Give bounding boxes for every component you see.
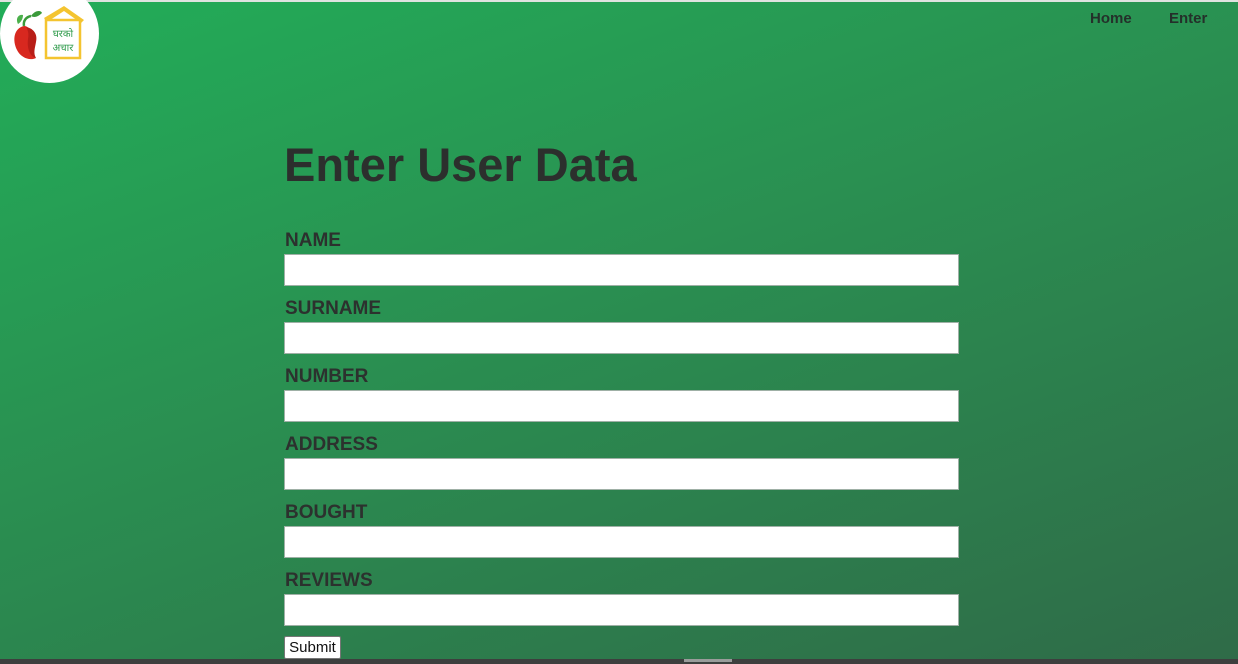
name-input[interactable]	[284, 254, 959, 286]
bought-label: BOUGHT	[285, 502, 368, 523]
address-input[interactable]	[284, 458, 959, 490]
reviews-label: REVIEWS	[285, 570, 373, 591]
bought-input[interactable]	[284, 526, 959, 558]
svg-text:अचार: अचार	[53, 43, 75, 54]
top-nav: Home Enter	[0, 10, 1238, 30]
submit-button[interactable]: Submit	[284, 636, 341, 659]
surname-label: SURNAME	[285, 298, 382, 319]
reviews-input[interactable]	[284, 594, 959, 626]
number-label: NUMBER	[285, 366, 369, 387]
bottom-scrollbar[interactable]	[0, 659, 1238, 664]
name-label: NAME	[285, 230, 341, 251]
address-label: ADDRESS	[285, 434, 378, 455]
number-input[interactable]	[284, 390, 959, 422]
scrollbar-thumb[interactable]	[684, 659, 732, 662]
page-title: Enter User Data	[284, 138, 637, 191]
nav-link-enter[interactable]: Enter	[1169, 10, 1207, 27]
surname-input[interactable]	[284, 322, 959, 354]
nav-link-home[interactable]: Home	[1090, 10, 1132, 27]
